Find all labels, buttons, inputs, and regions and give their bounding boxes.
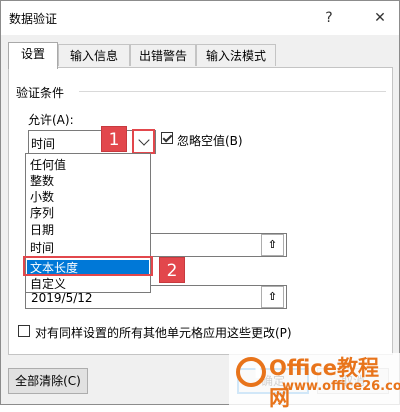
tab-input-message[interactable]: 输入信息: [58, 44, 130, 66]
list-item-time[interactable]: 时间: [30, 240, 54, 256]
data-validation-dialog: 数据验证 ? ✕ 设置 输入信息 出错警告 输入法模式 验证条件 允许(A): …: [0, 0, 400, 410]
apply-all-label: 对有同样设置的所有其他单元格应用这些更改(P): [35, 326, 292, 340]
close-button[interactable]: ✕: [369, 7, 391, 29]
list-item-whole-number[interactable]: 整数: [30, 173, 54, 189]
apply-all-checkbox[interactable]: [18, 325, 30, 337]
allow-combobox-value: 时间: [31, 137, 56, 151]
section-divider: [79, 91, 386, 92]
callout-1-badge: 1: [101, 126, 127, 152]
list-item-custom[interactable]: 自定义: [30, 276, 66, 292]
selected-item-highlight: [23, 256, 153, 276]
allow-label: 允许(A):: [28, 113, 74, 127]
dialog-title: 数据验证: [9, 12, 58, 26]
callout-2-badge: 2: [159, 257, 185, 283]
watermark-url: www.office26.com: [282, 379, 400, 394]
tab-settings[interactable]: 设置: [8, 42, 58, 69]
ignore-blank-checkbox[interactable]: [161, 132, 173, 144]
list-item-date[interactable]: 日期: [30, 222, 54, 238]
list-item-decimal[interactable]: 小数: [30, 189, 54, 205]
help-button[interactable]: ?: [318, 7, 340, 29]
range-select-icon[interactable]: ⇧: [261, 234, 284, 256]
end-value-text: 2019/5/12: [31, 291, 93, 305]
list-item-any-value[interactable]: 任何值: [30, 157, 66, 173]
clear-all-button[interactable]: 全部清除(C): [8, 368, 88, 394]
office-logo-icon: [236, 357, 266, 387]
ignore-blank-label: 忽略空值(B): [177, 134, 243, 148]
list-item-list[interactable]: 序列: [30, 205, 54, 221]
range-select-icon[interactable]: ⇧: [261, 286, 284, 308]
section-title: 验证条件: [16, 86, 65, 100]
tab-error-alert[interactable]: 出错警告: [130, 44, 196, 66]
tab-ime-mode[interactable]: 输入法模式: [196, 44, 276, 66]
